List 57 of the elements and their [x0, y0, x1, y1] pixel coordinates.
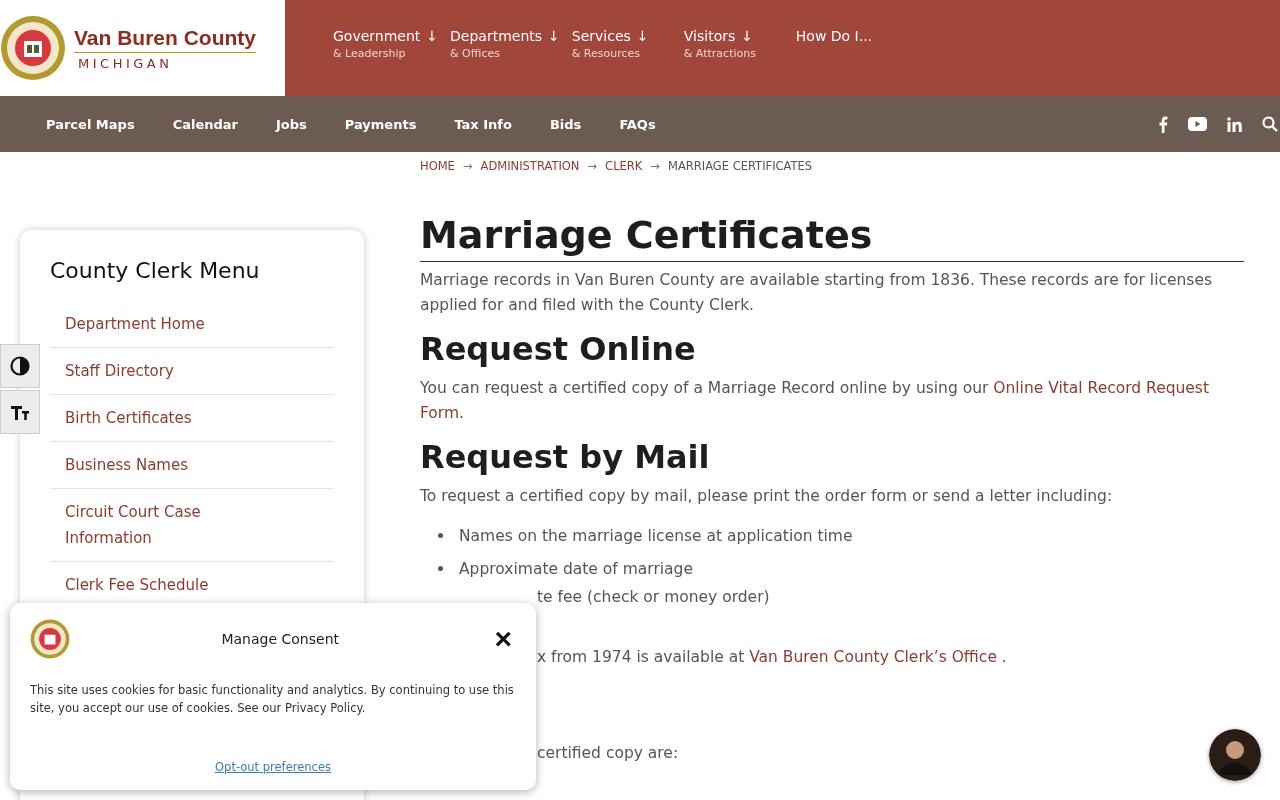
consent-text: This site uses cookies for basic functionality and analytics. By continuing to use this site, you accept our use of cookies. See our Privacy Policy.: [30, 682, 515, 717]
nav-menu-item[interactable]: How Do I...: [795, 28, 873, 44]
breadcrumb-current: MARRIAGE CERTIFICATES: [668, 159, 813, 173]
breadcrumb-separator: →: [462, 159, 473, 173]
subnav-link[interactable]: FAQs: [619, 116, 656, 132]
bullet-icon: [438, 566, 443, 571]
site-subtitle: MICHIGAN: [77, 55, 174, 71]
subnav-link[interactable]: Jobs: [275, 116, 307, 132]
nav-menu-item[interactable]: Visitors ↓ & Attractions: [683, 28, 784, 60]
opt-out-link[interactable]: Opt-out preferences: [215, 760, 331, 774]
font-size-button[interactable]: [0, 390, 40, 434]
section-heading: Request Online: [420, 329, 697, 370]
subnav-link[interactable]: Bids: [549, 116, 582, 132]
sidebar-link[interactable]: Birth Certificates: [50, 395, 334, 442]
breadcrumb-separator: →: [650, 159, 660, 173]
subnav-link[interactable]: Tax Info: [454, 116, 512, 132]
text-link[interactable]: Online Vital Record Request: [993, 379, 1210, 397]
nav-menu-item[interactable]: Departments ↓ & Offices: [450, 28, 560, 60]
breadcrumb-link[interactable]: ADMINISTRATION: [480, 159, 580, 173]
breadcrumb-link[interactable]: HOME: [420, 159, 455, 173]
chat-avatar-button[interactable]: [1209, 729, 1261, 781]
bullet-icon: [438, 533, 443, 538]
subnav-link[interactable]: Calendar: [172, 116, 238, 132]
paragraph: te fee (check or money order): [536, 587, 771, 608]
close-button[interactable]: ×: [490, 626, 516, 652]
section-heading: Request by Mail: [420, 437, 711, 478]
contrast-toggle-button[interactable]: [0, 344, 40, 388]
dialog-title: Manage Consent: [220, 631, 340, 647]
text-link[interactable]: Van Buren County Clerk’s Office: [749, 648, 997, 666]
breadcrumb-link[interactable]: CLERK: [605, 159, 643, 173]
contrast-icon: [10, 356, 30, 376]
paragraph: Marriage records in Van Buren County are available starting from 1836. These records are for licenses applied for and filed with the County Clerk.: [420, 270, 1214, 316]
site-title[interactable]: Van Buren County: [74, 25, 257, 53]
paragraph: You can request a certified copy of a Marriage Record online by using our Online Vital Record Request Form.: [420, 378, 1211, 424]
sidebar-link[interactable]: Business Names: [50, 442, 334, 489]
sidebar-title: County Clerk Menu: [50, 258, 261, 283]
page-title: Marriage Certificates: [420, 211, 1244, 262]
subnav-link[interactable]: Payments: [344, 116, 417, 132]
sidebar-link[interactable]: Circuit Court Case Information: [50, 489, 334, 562]
text-size-icon: [10, 403, 30, 421]
breadcrumb-separator: →: [587, 159, 598, 173]
facebook-icon[interactable]: [1158, 115, 1168, 133]
youtube-icon[interactable]: [1188, 117, 1207, 131]
paragraph: To request a certified copy by mail, please print the order form or send a letter including:: [420, 486, 1114, 507]
text-link[interactable]: Form: [420, 404, 460, 422]
subnav-link[interactable]: Parcel Maps: [46, 116, 135, 132]
nav-menu-item[interactable]: Government ↓ & Leadership: [333, 28, 439, 60]
search-icon[interactable]: [1262, 116, 1278, 132]
county-seal-logo: [30, 619, 70, 659]
sidebar-link[interactable]: Department Home: [50, 301, 334, 348]
county-seal-logo[interactable]: [0, 15, 66, 81]
list-item: Names on the marriage license at application time: [459, 526, 853, 545]
sidebar-link[interactable]: Staff Directory: [50, 348, 334, 395]
paragraph: certified copy are:: [536, 743, 680, 764]
list-item: Approximate date of marriage: [459, 559, 693, 578]
nav-menu-item[interactable]: Services ↓ & Resources: [571, 28, 672, 60]
linkedin-icon[interactable]: [1227, 116, 1242, 132]
